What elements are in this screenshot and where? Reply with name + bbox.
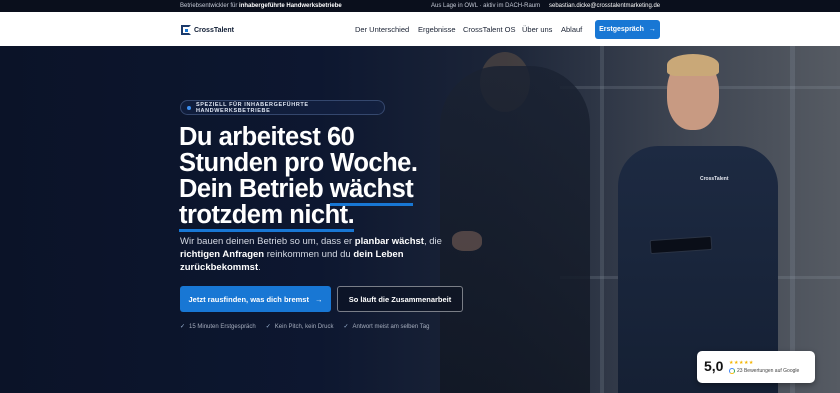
check-item: ✓ 15 Minuten Erstgespräch	[180, 323, 256, 331]
subtext-part: , die	[423, 236, 442, 247]
person-hand	[452, 231, 482, 251]
hero-subtext: Wir bauen deinen Betrieb so um, dass er …	[180, 235, 445, 274]
target-badge-text: SPEZIELL FÜR INHABERGEFÜHRTE HANDWERKSBE…	[195, 101, 309, 114]
find-out-label: Jetzt rausfinden, was dich bremst	[188, 294, 309, 304]
arrow-right-icon: →	[648, 26, 656, 33]
subtext-bold: planbar wächst	[354, 236, 424, 247]
subtext-part: Wir bauen deinen Betrieb so um, dass er	[180, 236, 355, 247]
arrow-right-icon: →	[314, 294, 323, 304]
headline-highlight-trotzdem: trotzdem nicht.	[179, 201, 355, 232]
nav-item-unterschied[interactable]: Der Unterschied	[355, 26, 409, 34]
email-link[interactable]: sebastian.dicke@crosstalentmarketing.de	[549, 0, 660, 12]
nav-item-ergebnisse[interactable]: Ergebnisse	[418, 26, 456, 34]
erstgespraech-button[interactable]: Erstgespräch →	[595, 20, 660, 39]
find-out-button[interactable]: Jetzt rausfinden, was dich bremst →	[180, 286, 331, 312]
check-item-label: 15 Minuten Erstgespräch	[189, 324, 256, 330]
hero-headline: Du arbeitest 60 Stunden pro Woche. Dein …	[179, 123, 479, 232]
process-button[interactable]: So läuft die Zusammenarbeit	[337, 286, 463, 312]
logo-text: CrossTalent MARKETING	[194, 26, 390, 264]
headline-line-4: trotzdem nicht.	[179, 201, 479, 232]
check-item: ✓ Kein Pitch, kein Druck	[266, 323, 334, 331]
logo-mark-icon	[181, 25, 191, 35]
headline-line-3: Dein Betrieb wächst	[179, 175, 479, 206]
main-nav: CrossTalent MARKETING Der Unterschied Er…	[0, 12, 840, 264]
check-icon: ✓	[343, 324, 349, 330]
logo-name: CrossTalent	[194, 26, 234, 34]
nav-item-ueber-uns[interactable]: Über uns	[522, 26, 552, 34]
person-background	[440, 66, 590, 393]
check-icon: ✓	[265, 324, 271, 330]
target-badge: SPEZIELL FÜR INHABERGEFÜHRTE HANDWERKSBE…	[180, 100, 385, 115]
check-icon: ✓	[180, 324, 186, 330]
logo[interactable]: CrossTalent MARKETING	[181, 24, 390, 264]
nav-item-ablauf[interactable]: Ablauf	[561, 26, 582, 34]
check-item: ✓ Antwort meist am selben Tag	[343, 323, 429, 331]
star-icons: ★★★★★	[729, 360, 754, 366]
trust-checks: ✓ 15 Minuten Erstgespräch ✓ Kein Pitch, ke…	[180, 323, 429, 331]
process-label: So läuft die Zusammenarbeit	[348, 294, 452, 304]
top-info-bar: Betriebsentwickler für inhabergeführte H…	[0, 0, 840, 12]
google-rating-badge[interactable]: 5,0 ★★★★★ 23 Bewertungen auf Google	[697, 351, 815, 383]
jacket-logo: CrossTalent	[700, 176, 729, 182]
nav-item-crosstalent-os[interactable]: CrossTalent OS	[463, 26, 516, 34]
scaffold-pole	[600, 46, 604, 393]
tagline-bold: inhabergeführte Handwerksbetriebe	[239, 3, 342, 9]
check-item-label: Antwort meist am selben Tag	[352, 324, 430, 330]
headline-line-2: Stunden pro Woche.	[179, 149, 418, 177]
subtext-part: reinkommen und du	[264, 249, 354, 260]
tagline: Betriebsentwickler für inhabergeführte H…	[180, 0, 342, 12]
region-text: Aus Lage in OWL · aktiv im DACH-Raum	[431, 3, 541, 9]
person-foreground-hair	[667, 54, 719, 76]
headline-line-1: Du arbeitest 60	[179, 123, 355, 151]
scaffold-pole	[790, 46, 795, 393]
erstgespraech-label: Erstgespräch	[599, 26, 644, 33]
google-icon	[729, 368, 735, 374]
dot-icon	[187, 105, 191, 110]
subtext-part: .	[258, 262, 261, 273]
tagline-text: Betriebsentwickler für	[180, 3, 240, 9]
headline-line-3-prefix: Dein Betrieb	[179, 175, 330, 203]
check-item-label: Kein Pitch, kein Druck	[274, 324, 334, 330]
rating-score: 5,0	[704, 358, 724, 374]
subtext-bold: richtigen Anfragen	[180, 249, 265, 260]
review-count: 23 Bewertungen auf Google	[737, 368, 800, 374]
